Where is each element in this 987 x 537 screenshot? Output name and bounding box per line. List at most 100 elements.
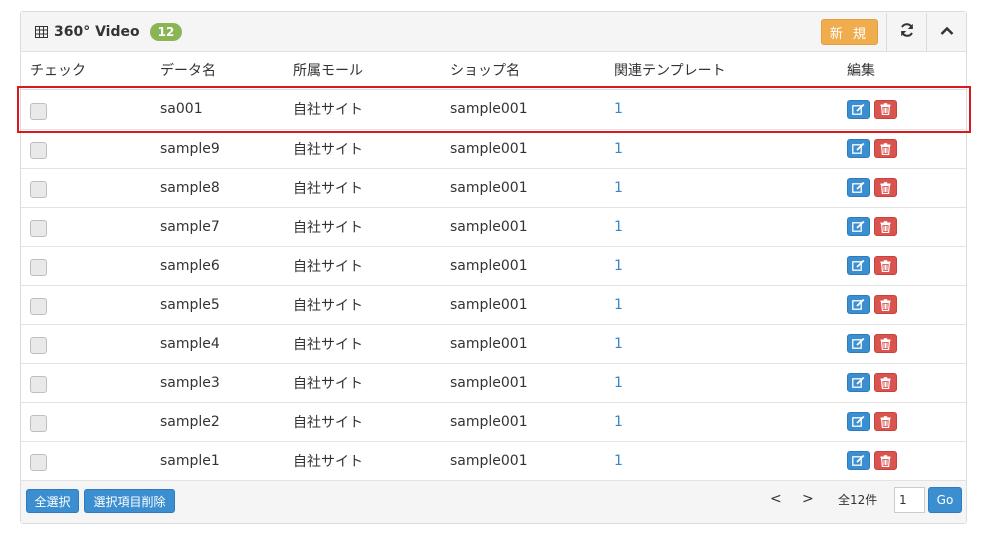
row-data-name: sample1 — [160, 441, 293, 481]
delete-button[interactable] — [874, 373, 897, 392]
trash-icon — [880, 337, 891, 350]
row-checkbox[interactable] — [30, 376, 47, 393]
edit-icon — [852, 143, 865, 154]
row-shop: sample001 — [450, 324, 614, 364]
table-row: sample4 自社サイト sample001 1 — [21, 324, 966, 364]
next-page-button[interactable]: > — [802, 491, 814, 507]
row-mall: 自社サイト — [293, 324, 450, 364]
page-number-input[interactable] — [894, 487, 925, 513]
trash-icon — [880, 259, 891, 272]
col-header-check: チェック — [21, 52, 160, 90]
row-templates-link[interactable]: 1 — [614, 258, 623, 274]
table-header-row: チェック データ名 所属モール ショップ名 関連テンプレート 編集 — [21, 52, 966, 90]
edit-icon — [852, 299, 865, 310]
go-button[interactable]: Go — [928, 487, 962, 513]
row-shop: sample001 — [450, 168, 614, 208]
row-checkbox[interactable] — [30, 142, 47, 159]
row-shop: sample001 — [450, 129, 614, 169]
row-shop: sample001 — [450, 246, 614, 286]
trash-icon — [880, 376, 891, 389]
panel-title: 360° Video 12 — [35, 12, 183, 52]
delete-button[interactable] — [874, 99, 897, 119]
row-checkbox[interactable] — [30, 220, 47, 237]
panel-header: 360° Video 12 新 規 — [21, 12, 966, 52]
row-checkbox[interactable] — [30, 337, 47, 354]
row-mall: 自社サイト — [293, 207, 450, 247]
row-mall: 自社サイト — [293, 246, 450, 286]
edit-button[interactable] — [847, 295, 870, 314]
col-header-mall: 所属モール — [293, 52, 450, 90]
table-row: sample7 自社サイト sample001 1 — [21, 207, 966, 247]
row-checkbox[interactable] — [30, 102, 47, 120]
row-data-name: sample8 — [160, 168, 293, 208]
row-shop: sample001 — [450, 285, 614, 325]
delete-button[interactable] — [874, 412, 897, 431]
delete-selected-button[interactable]: 選択項目削除 — [84, 489, 175, 513]
table-footer: 全選択 選択項目削除 < > 全12件 Go — [21, 480, 966, 523]
delete-button[interactable] — [874, 217, 897, 236]
table-row: sample1 自社サイト sample001 1 — [21, 441, 966, 481]
edit-button[interactable] — [847, 451, 870, 470]
row-data-name: sample2 — [160, 402, 293, 442]
edit-button[interactable] — [847, 412, 870, 431]
edit-button[interactable] — [847, 256, 870, 275]
row-shop: sample001 — [450, 402, 614, 442]
edit-button[interactable] — [847, 373, 870, 392]
edit-button[interactable] — [847, 99, 870, 119]
row-templates-link[interactable]: 1 — [614, 101, 623, 117]
table-row: sample6 自社サイト sample001 1 — [21, 246, 966, 286]
edit-icon — [852, 182, 865, 193]
row-templates-link[interactable]: 1 — [614, 219, 623, 235]
row-templates-link[interactable]: 1 — [614, 141, 623, 157]
row-data-name: sample4 — [160, 324, 293, 364]
row-templates-link[interactable]: 1 — [614, 297, 623, 313]
edit-icon — [852, 260, 865, 271]
delete-button[interactable] — [874, 256, 897, 275]
delete-button[interactable] — [874, 451, 897, 470]
trash-icon — [880, 142, 891, 155]
new-button[interactable]: 新 規 — [820, 19, 878, 45]
row-mall: 自社サイト — [293, 363, 450, 403]
row-mall: 自社サイト — [293, 285, 450, 325]
delete-button[interactable] — [874, 334, 897, 353]
row-templates-link[interactable]: 1 — [614, 180, 623, 196]
collapse-button[interactable] — [926, 12, 966, 52]
row-mall: 自社サイト — [293, 129, 450, 169]
table-row: sample3 自社サイト sample001 1 — [21, 363, 966, 403]
trash-icon — [880, 454, 891, 467]
row-mall: 自社サイト — [293, 89, 450, 130]
edit-button[interactable] — [847, 334, 870, 353]
row-data-name: sample9 — [160, 129, 293, 169]
video-panel: 360° Video 12 新 規 チェック データ名 所属モール ショップ名 … — [20, 11, 967, 524]
row-templates-link[interactable]: 1 — [614, 336, 623, 352]
col-header-shop: ショップ名 — [450, 52, 614, 90]
row-checkbox[interactable] — [30, 298, 47, 315]
row-checkbox[interactable] — [30, 415, 47, 432]
video-table: チェック データ名 所属モール ショップ名 関連テンプレート 編集 sa001 自… — [21, 52, 966, 481]
edit-button[interactable] — [847, 178, 870, 197]
refresh-button[interactable] — [886, 12, 926, 52]
select-all-button[interactable]: 全選択 — [26, 489, 79, 513]
prev-page-button[interactable]: < — [770, 491, 782, 507]
delete-button[interactable] — [874, 295, 897, 314]
edit-button[interactable] — [847, 139, 870, 158]
edit-icon — [852, 103, 865, 115]
row-mall: 自社サイト — [293, 441, 450, 481]
delete-button[interactable] — [874, 178, 897, 197]
count-badge: 12 — [149, 23, 183, 41]
row-shop: sample001 — [450, 363, 614, 403]
delete-button[interactable] — [874, 139, 897, 158]
row-checkbox[interactable] — [30, 454, 47, 471]
edit-button[interactable] — [847, 217, 870, 236]
row-templates-link[interactable]: 1 — [614, 375, 623, 391]
table-row: sample9 自社サイト sample001 1 — [21, 129, 966, 169]
row-checkbox[interactable] — [30, 259, 47, 276]
table-row: sample8 自社サイト sample001 1 — [21, 168, 966, 208]
row-templates-link[interactable]: 1 — [614, 414, 623, 430]
panel-title-text: 360° Video — [54, 24, 140, 40]
row-data-name: sample6 — [160, 246, 293, 286]
row-mall: 自社サイト — [293, 402, 450, 442]
row-checkbox[interactable] — [30, 181, 47, 198]
table-row: sample5 自社サイト sample001 1 — [21, 285, 966, 325]
row-templates-link[interactable]: 1 — [614, 453, 623, 469]
